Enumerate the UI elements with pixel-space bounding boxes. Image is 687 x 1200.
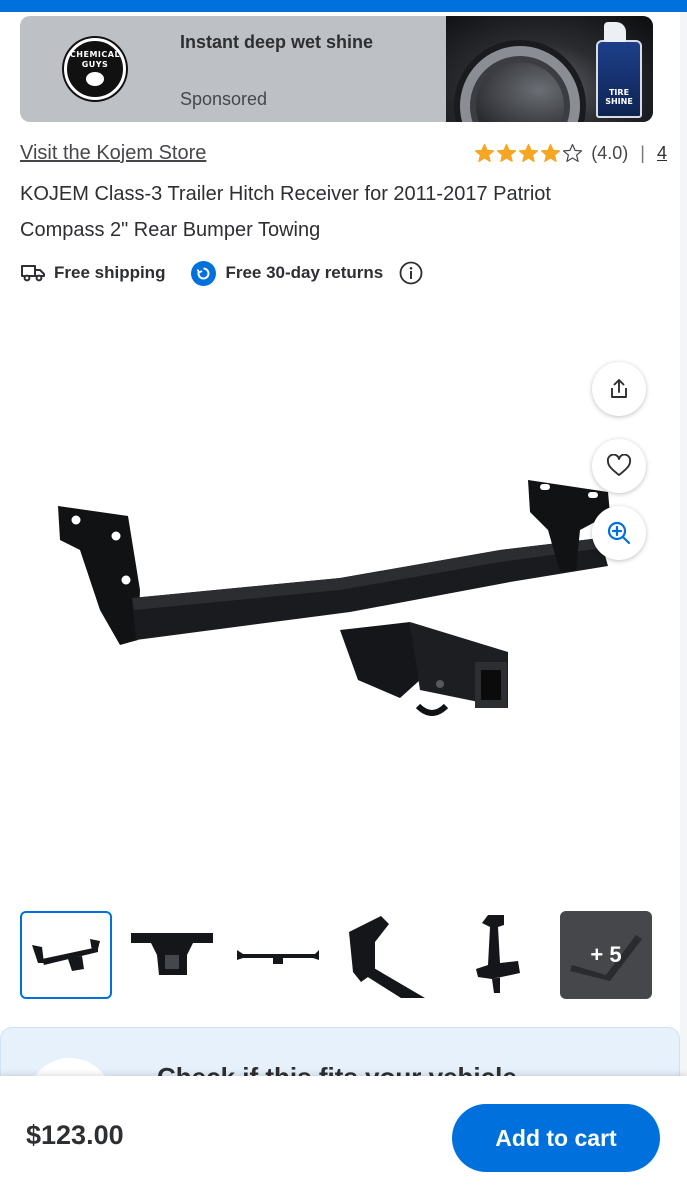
thumbnail-2[interactable] <box>126 911 218 999</box>
thumbnail-1[interactable] <box>20 911 112 999</box>
star-empty-icon <box>563 143 583 162</box>
share-icon <box>611 379 627 398</box>
spray-bottle-graphic: TIRE SHINE <box>596 22 642 118</box>
free-returns-badge: Free 30-day returns <box>191 260 384 286</box>
zoom-button[interactable] <box>592 506 646 560</box>
hitch-closeup-thumbnail-image <box>349 916 425 998</box>
star-filled-icon <box>519 143 539 162</box>
fulfillment-badges: Free shipping Free 30-day returns <box>20 259 423 287</box>
product-title: KOJEM Class-3 Trailer Hitch Receiver for… <box>20 183 551 241</box>
brand-logo: CHEMICAL GUYS <box>64 38 126 100</box>
scrollbar-track <box>680 12 687 1076</box>
brand-logo-text: CHEMICAL GUYS <box>69 50 121 69</box>
free-returns-label: Free 30-day returns <box>225 263 384 282</box>
product-price: $123.00 <box>26 1120 124 1150</box>
zoom-in-icon <box>607 521 631 545</box>
returns-icon <box>191 260 217 286</box>
thumbnail-3[interactable] <box>232 911 324 999</box>
wheel-rim-graphic <box>460 46 580 122</box>
thumbnail-4[interactable] <box>338 911 430 999</box>
more-images-button[interactable]: + 5 <box>560 911 652 999</box>
sticky-cart-bar: $123.00 Add to cart <box>0 1076 687 1200</box>
product-main-image[interactable] <box>40 440 630 740</box>
free-shipping-label: Free shipping <box>54 263 166 282</box>
ad-product-image: TIRE SHINE <box>446 16 653 122</box>
star-filled-icon <box>475 143 495 162</box>
sponsored-ad-banner[interactable]: CHEMICAL GUYS Instant deep wet shine Spo… <box>20 16 653 122</box>
rating-value: (4.0) <box>591 143 629 163</box>
rating-divider: | <box>640 143 645 163</box>
bottle-label: TIRE SHINE <box>605 88 633 106</box>
hitch-top-thumbnail-image <box>237 950 319 964</box>
hitch-thumbnail-image <box>32 939 100 971</box>
info-icon[interactable] <box>399 261 423 285</box>
top-brand-bar <box>0 0 687 12</box>
store-rating-row: Visit the Kojem Store (4.0) | 4 <box>20 142 667 170</box>
add-to-cart-button[interactable]: Add to cart <box>452 1104 660 1172</box>
mascot-icon <box>86 72 104 86</box>
star-rating <box>474 143 583 164</box>
star-filled-icon <box>497 143 517 162</box>
sponsored-label: Sponsored <box>180 89 268 109</box>
review-count-link[interactable]: 4 <box>657 143 667 164</box>
favorite-button[interactable] <box>592 439 646 493</box>
more-images-count: + 5 <box>590 942 622 967</box>
hitch-side-thumbnail-image <box>476 915 520 993</box>
rating-summary[interactable]: (4.0) | 4 <box>474 143 667 164</box>
thumbnail-5[interactable] <box>444 911 536 999</box>
share-button[interactable] <box>592 362 646 416</box>
star-filled-icon <box>541 143 561 162</box>
truck-icon <box>21 265 45 282</box>
store-link[interactable]: Visit the Kojem Store <box>20 142 206 165</box>
trailer-hitch-drawing <box>58 480 610 716</box>
hitch-front-thumbnail-image <box>131 933 213 975</box>
heart-icon <box>606 454 632 476</box>
ad-title: Instant deep wet shine <box>180 32 374 52</box>
free-shipping-badge: Free shipping <box>20 263 165 283</box>
